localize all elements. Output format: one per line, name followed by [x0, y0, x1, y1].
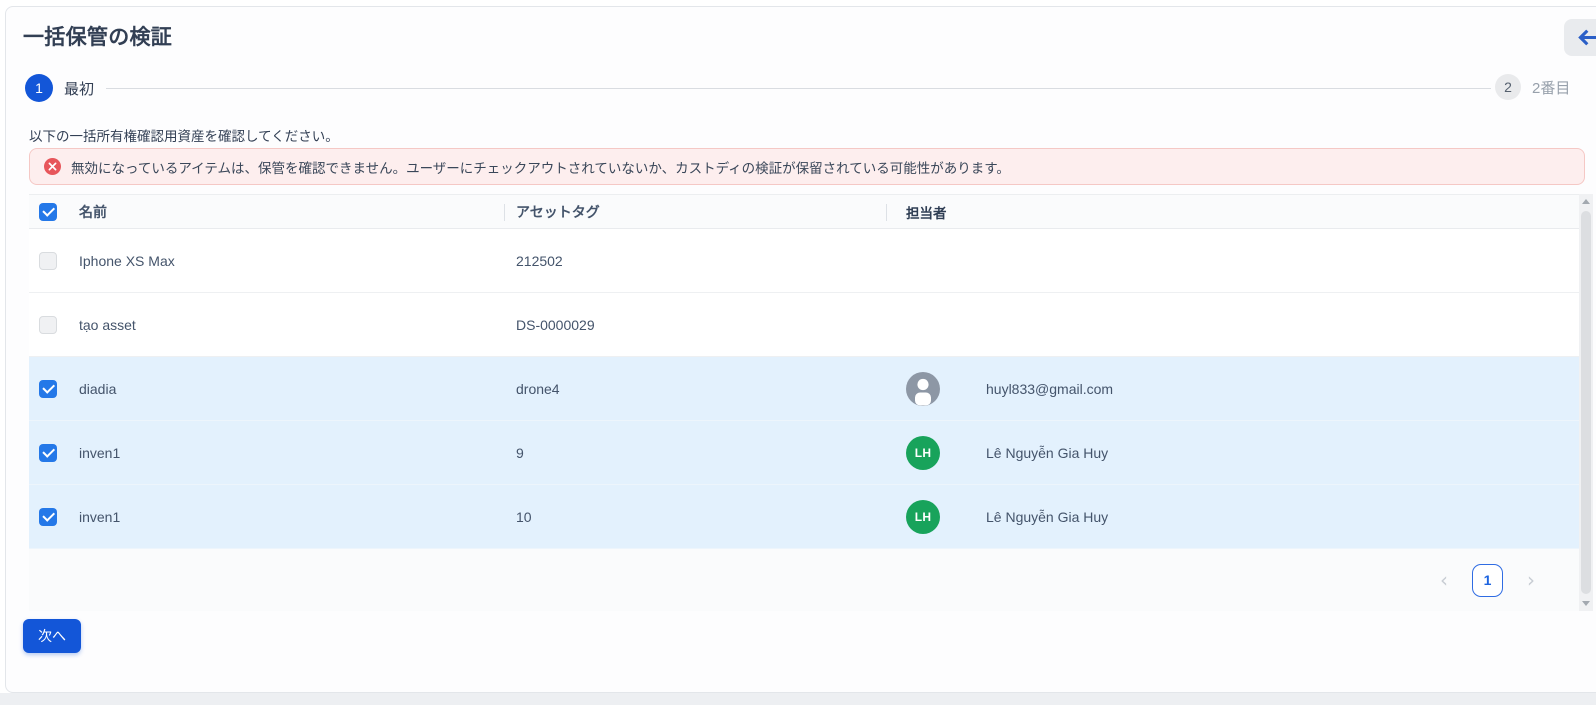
scroll-up-button[interactable]	[1579, 194, 1593, 209]
step-1[interactable]: 1 最初	[25, 74, 94, 102]
person-icon	[906, 372, 940, 406]
table-row[interactable]: inven1 9 LH Lê Nguyễn Gia Huy	[29, 421, 1579, 485]
column-header-asset-tag: アセットタグ	[516, 202, 906, 222]
column-divider[interactable]	[504, 204, 505, 221]
step-1-number: 1	[25, 74, 53, 102]
asset-name: inven1	[79, 445, 516, 461]
row-checkbox[interactable]	[39, 316, 57, 334]
table-body: Iphone XS Max 212502 tạo asset DS-000002…	[29, 229, 1579, 549]
table-row[interactable]: diadia drone4 huyl833@gmail.com	[29, 357, 1579, 421]
asset-name: diadia	[79, 381, 516, 397]
asset-tag: 10	[516, 509, 906, 525]
select-all-checkbox[interactable]	[39, 203, 57, 221]
error-message: 無効になっているアイテムは、保管を確認できません。ユーザーにチェックアウトされて…	[71, 157, 1010, 177]
error-banner: 無効になっているアイテムは、保管を確認できません。ユーザーにチェックアウトされて…	[29, 148, 1585, 185]
avatar	[906, 372, 940, 406]
row-assignee: LH Lê Nguyễn Gia Huy	[906, 436, 1108, 470]
step-2-label: 2番目	[1532, 77, 1570, 98]
asset-name: Iphone XS Max	[79, 253, 516, 269]
instruction-text: 以下の一括所有権確認用資産を確認してください。	[29, 125, 339, 145]
triangle-up-icon	[1582, 199, 1590, 204]
step-2[interactable]: 2 2番目	[1495, 74, 1570, 100]
stepper-connector	[106, 88, 1491, 89]
avatar: LH	[906, 500, 940, 534]
assignee-label: Lê Nguyễn Gia Huy	[986, 509, 1108, 525]
bulk-verification-card: 一括保管の検証 1 最初 2 2番目 以下の一括所有権確認用資産を確認してくださ…	[5, 6, 1596, 693]
pagination-prev-button[interactable]: ‹	[1440, 570, 1448, 590]
page: 一括保管の検証 1 最初 2 2番目 以下の一括所有権確認用資産を確認してくださ…	[0, 0, 1596, 705]
next-button[interactable]: 次へ	[23, 619, 81, 653]
assignee-label: Lê Nguyễn Gia Huy	[986, 445, 1108, 461]
table-scrollbar[interactable]	[1579, 194, 1593, 611]
row-checkbox[interactable]	[39, 444, 57, 462]
avatar: LH	[906, 436, 940, 470]
asset-tag: drone4	[516, 381, 906, 397]
pagination: ‹ 1 ›	[29, 549, 1579, 611]
column-header-name: 名前	[79, 202, 516, 222]
row-checkbox[interactable]	[39, 508, 57, 526]
asset-name: tạo asset	[79, 317, 516, 333]
pagination-current-page[interactable]: 1	[1472, 564, 1503, 597]
step-1-label: 最初	[64, 78, 94, 99]
page-title: 一括保管の検証	[23, 21, 172, 51]
asset-tag: DS-0000029	[516, 317, 906, 333]
x-icon	[48, 162, 57, 171]
table-row[interactable]: tạo asset DS-0000029	[29, 293, 1579, 357]
table-row[interactable]: inven1 10 LH Lê Nguyễn Gia Huy	[29, 485, 1579, 549]
asset-tag: 9	[516, 445, 906, 461]
back-button[interactable]	[1564, 19, 1596, 56]
arrow-left-icon	[1577, 29, 1596, 46]
row-checkbox[interactable]	[39, 252, 57, 270]
column-header-assignee: 担当者	[906, 202, 947, 222]
table-row[interactable]: Iphone XS Max 212502	[29, 229, 1579, 293]
asset-name: inven1	[79, 509, 516, 525]
row-assignee: LH Lê Nguyễn Gia Huy	[906, 500, 1108, 534]
column-divider[interactable]	[886, 204, 887, 221]
stepper: 1 最初 2 2番目	[6, 74, 1596, 102]
row-checkbox[interactable]	[39, 380, 57, 398]
pagination-next-button[interactable]: ›	[1527, 570, 1535, 590]
scrollbar-thumb[interactable]	[1581, 211, 1591, 594]
assets-table: 名前 アセットタグ 担当者 Iphone XS Max 212502 tạo a…	[29, 194, 1593, 611]
table-header: 名前 アセットタグ 担当者	[29, 194, 1579, 229]
scroll-down-button[interactable]	[1579, 596, 1593, 611]
error-circle-icon	[44, 158, 61, 175]
page-background-strip	[0, 693, 1596, 705]
triangle-down-icon	[1582, 601, 1590, 606]
assignee-label: huyl833@gmail.com	[986, 381, 1113, 397]
asset-tag: 212502	[516, 253, 906, 269]
step-2-number: 2	[1495, 74, 1521, 100]
row-assignee: huyl833@gmail.com	[906, 372, 1113, 406]
